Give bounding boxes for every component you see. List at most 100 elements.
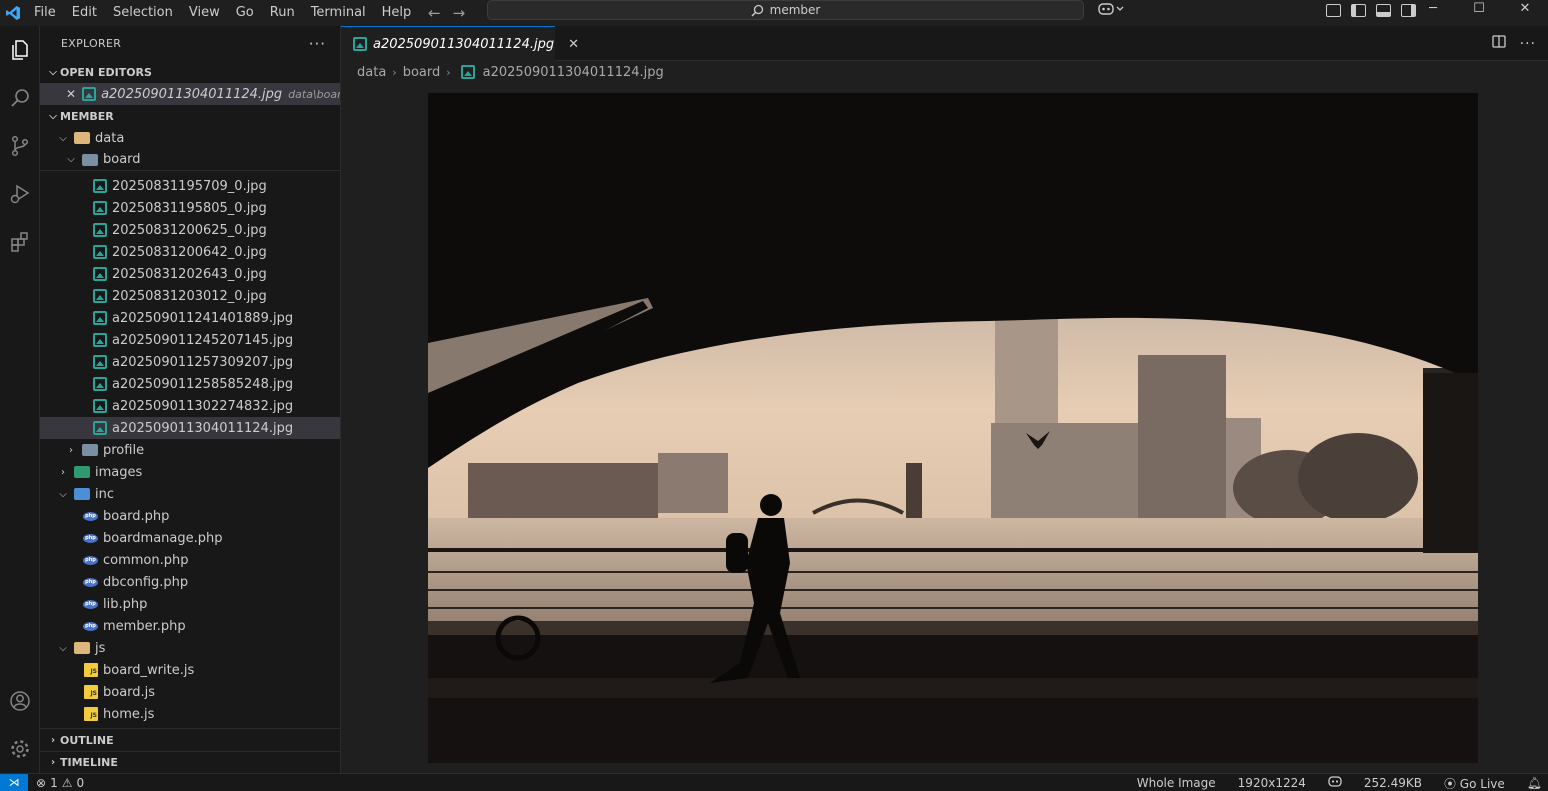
open-editor-item[interactable]: ✕ a202509011304011124.jpg data\board [40,83,340,105]
file-item[interactable]: 20250831203012_0.jpg [40,285,340,307]
menu-go[interactable]: Go [228,0,262,26]
file-item[interactable]: a202509011258585248.jpg [40,373,340,395]
toggle-panel-icon[interactable] [1376,3,1391,17]
file-item[interactable]: a202509011302274832.jpg [40,395,340,417]
file-item[interactable]: php dbconfig.php [40,571,340,593]
maximize-icon[interactable]: ☐ [1456,0,1502,20]
file-item[interactable]: php common.php [40,549,340,571]
php-file-icon: php [83,621,98,631]
php-file-icon: php [83,577,98,587]
copilot-status-icon[interactable] [1328,776,1342,790]
chevron-right-icon: › [446,65,451,79]
back-arrow-icon[interactable]: ← [428,4,441,22]
gear-icon[interactable] [0,725,40,773]
folder-profile[interactable]: › profile [40,439,340,461]
timeline-label: TIMELINE [60,756,118,769]
tab-label: a202509011304011124.jpg [373,36,555,52]
file-item[interactable]: a202509011257309207.jpg [40,351,340,373]
image-preview[interactable] [428,93,1478,763]
file-item[interactable]: a202509011245207145.jpg [40,329,340,351]
folder-js[interactable]: ⌵ js [40,637,340,659]
explorer-icon[interactable] [0,26,40,74]
chevron-down-icon: ⌵ [49,110,57,122]
file-item[interactable]: 20250831200625_0.jpg [40,219,340,241]
explorer-header: EXPLORER ··· [40,26,340,61]
remote-indicator-icon[interactable]: ⋊ [0,773,28,791]
file-item[interactable]: 20250831200642_0.jpg [40,241,340,263]
timeline-section[interactable]: › TIMELINE [40,751,340,773]
image-file-icon [93,267,107,281]
file-name: board.php [103,508,170,524]
php-file-icon: php [83,533,98,543]
search-activity-icon[interactable] [0,74,40,122]
golive-label: Go Live [1459,776,1505,791]
chevron-right-icon: › [61,466,65,478]
folder-data[interactable]: ⌵ data [40,127,340,149]
tab-image[interactable]: a202509011304011124.jpg ✕ [341,26,579,61]
file-item[interactable]: 20250831195709_0.jpg [40,175,340,197]
close-tab-icon[interactable]: ✕ [568,37,579,52]
file-item[interactable]: 20250831202643_0.jpg [40,263,340,285]
file-item[interactable]: a202509011241401889.jpg [40,307,340,329]
problems-indicator[interactable]: ⊗ 1 ⚠ 0 [36,776,84,790]
folder-inc[interactable]: ⌵ inc [40,483,340,505]
window-controls: ─ ☐ ✕ [1410,0,1548,20]
file-item[interactable]: php member.php [40,615,340,637]
file-item[interactable]: php lib.php [40,593,340,615]
folder-board[interactable]: ⌵ board [40,149,340,171]
customize-layout-icon[interactable] [1326,3,1341,17]
close-editor-icon[interactable]: ✕ [66,87,76,101]
file-name: board_write.js [103,662,195,678]
folder-open-icon [82,153,98,166]
folder-profile-label: profile [103,442,145,458]
file-name: a202509011258585248.jpg [112,376,294,392]
zoom-status[interactable]: Whole Image [1137,776,1216,790]
file-name: a202509011304011124.jpg [112,420,294,436]
open-editors-label: OPEN EDITORS [60,65,152,79]
menu-file[interactable]: File [26,0,64,26]
menu-help[interactable]: Help [374,0,420,26]
command-center-search[interactable]: member [487,0,1084,20]
source-control-icon[interactable] [0,122,40,170]
image-file-icon [460,65,475,79]
notifications-icon[interactable]: 🔔︎ [1527,776,1542,790]
file-item[interactable]: php boardmanage.php [40,527,340,549]
file-item[interactable]: JS home.js [40,703,340,725]
menu-edit[interactable]: Edit [64,0,105,26]
file-item[interactable]: a202509011304011124.jpg [40,417,340,439]
image-file-icon [93,377,107,391]
breadcrumb-board[interactable]: board [403,65,441,80]
editor-actions: ··· [1491,26,1536,61]
file-item[interactable]: 20250831195805_0.jpg [40,197,340,219]
file-name: 20250831195805_0.jpg [112,200,267,216]
minimize-icon[interactable]: ─ [1410,0,1456,20]
run-debug-icon[interactable] [0,170,40,218]
extensions-icon[interactable] [0,218,40,266]
outline-section[interactable]: › OUTLINE [40,729,340,751]
more-actions-icon[interactable]: ··· [309,35,326,53]
forward-arrow-icon[interactable]: → [453,4,466,22]
menu-terminal[interactable]: Terminal [303,0,374,26]
file-item[interactable]: JS board_write.js [40,659,340,681]
file-item[interactable]: php board.php [40,505,340,527]
breadcrumb-data[interactable]: data [357,65,386,80]
menu-selection[interactable]: Selection [105,0,181,26]
file-item[interactable]: JS board.js [40,681,340,703]
tab-bar: a202509011304011124.jpg ✕ ··· [341,26,1548,61]
open-editors-section[interactable]: ⌵ OPEN EDITORS [40,61,340,83]
toggle-primary-sidebar-icon[interactable] [1351,3,1366,17]
golive-status[interactable]: ⦿ Go Live [1444,775,1505,791]
open-editor-path: data\board [288,87,340,101]
menu-view[interactable]: View [181,0,228,26]
menu-run[interactable]: Run [262,0,303,26]
close-window-icon[interactable]: ✕ [1502,0,1548,20]
chevron-down-icon: ⌵ [49,66,57,78]
more-actions-icon[interactable]: ··· [1520,36,1536,52]
split-editor-icon[interactable] [1491,35,1506,52]
account-icon[interactable] [0,677,40,725]
workspace-section[interactable]: ⌵ MEMBER [40,105,340,127]
breadcrumb-file[interactable]: a202509011304011124.jpg [483,65,664,80]
explorer-sidebar: EXPLORER ··· ⌵ OPEN EDITORS ✕ a202509011… [40,26,341,773]
copilot-icon[interactable] [1098,2,1124,20]
folder-images[interactable]: › images [40,461,340,483]
